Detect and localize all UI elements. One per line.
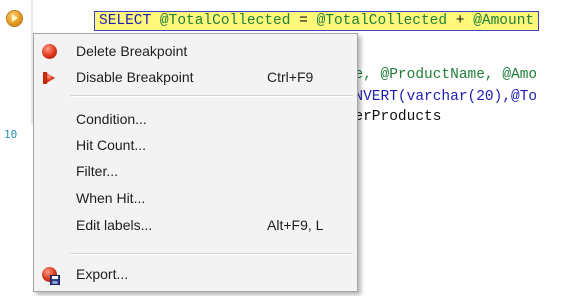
menu-item-hit-count[interactable]: Hit Count... — [36, 133, 355, 159]
menu-item-label: Export... — [76, 266, 129, 282]
code-line[interactable]: ame, @ProductName, @Amo — [337, 66, 537, 84]
delete-breakpoint-icon — [42, 44, 58, 60]
code-operator: + — [447, 13, 474, 29]
editor-gutter[interactable] — [0, 0, 31, 296]
menu-item-edit-labels[interactable]: Edit labels... Alt+F9, L — [36, 213, 355, 239]
breakpoint-current-arrow-icon[interactable] — [7, 11, 22, 26]
code-variable: @Amount — [473, 13, 535, 29]
menu-item-when-hit[interactable]: When Hit... — [36, 186, 355, 212]
breakpoint-context-menu: Delete Breakpoint Disable Breakpoint Ctr… — [33, 33, 358, 292]
menu-item-condition[interactable]: Condition... — [36, 107, 355, 133]
menu-item-label: Filter... — [76, 163, 119, 179]
menu-item-shortcut: Alt+F9, L — [267, 217, 324, 233]
menu-item-disable-breakpoint[interactable]: Disable Breakpoint Ctrl+F9 — [36, 65, 355, 91]
menu-separator — [70, 95, 353, 97]
menu-item-label: Disable Breakpoint — [76, 69, 194, 85]
menu-item-label: Condition... — [76, 111, 147, 127]
line-number: 10 — [4, 128, 18, 141]
disable-breakpoint-icon — [42, 70, 58, 86]
menu-item-delete-breakpoint[interactable]: Delete Breakpoint — [36, 39, 355, 65]
code-keyword: SELECT — [99, 13, 152, 29]
menu-item-label: Edit labels... — [76, 217, 153, 233]
code-variable: @TotalCollected — [159, 13, 291, 29]
highlighted-code-line[interactable]: SELECT @TotalCollected = @TotalCollected… — [94, 11, 540, 31]
menu-item-label: When Hit... — [76, 190, 146, 206]
code-variable: @TotalCollected — [316, 13, 448, 29]
menu-item-export[interactable]: Export... — [36, 262, 355, 288]
menu-item-label: Delete Breakpoint — [76, 43, 188, 59]
code-operator: = — [290, 13, 317, 29]
menu-item-filter[interactable]: Filter... — [36, 159, 355, 185]
export-breakpoint-icon — [42, 267, 60, 285]
menu-item-shortcut: Ctrl+F9 — [267, 69, 314, 85]
menu-item-label: Hit Count... — [76, 137, 147, 153]
code-line[interactable]: CONVERT(varchar(20),@To — [337, 88, 537, 106]
menu-separator — [70, 253, 353, 255]
